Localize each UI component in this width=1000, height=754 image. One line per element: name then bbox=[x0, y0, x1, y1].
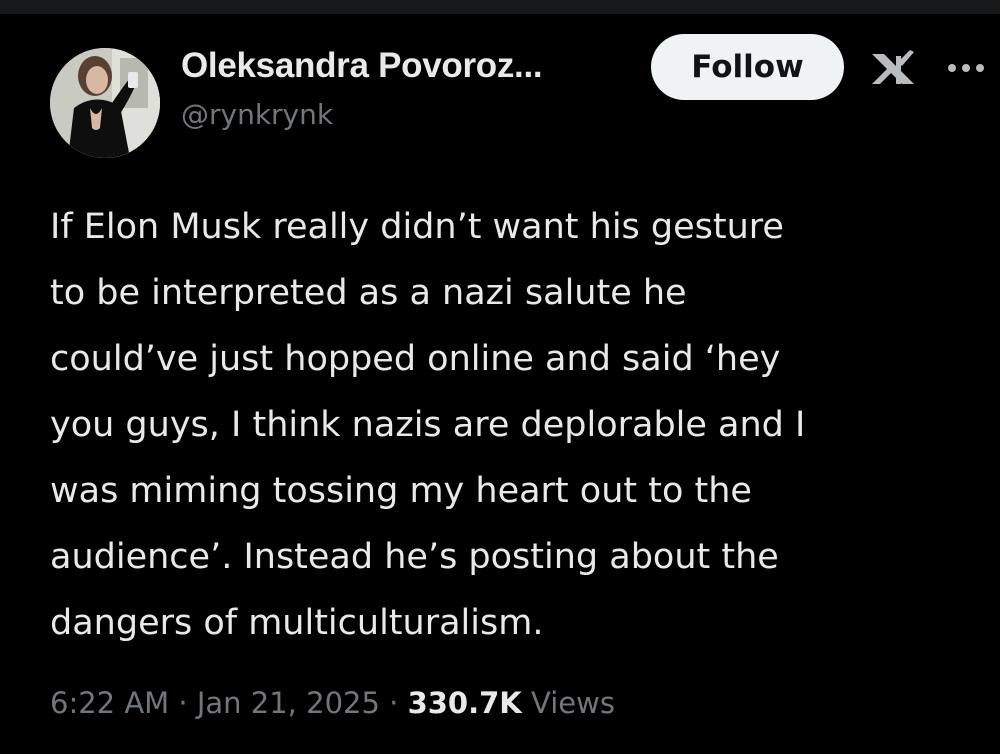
follow-button[interactable]: Follow bbox=[651, 34, 844, 100]
views-count: 330.7K bbox=[407, 686, 522, 720]
tweet-date[interactable]: Jan 21, 2025 bbox=[197, 686, 380, 720]
tweet-line: to be interpreted as a nazi salute he bbox=[50, 273, 687, 313]
tweet-line: you guys, I think nazis are deplorable a… bbox=[50, 405, 806, 445]
tweet-meta: 6:22 AM · Jan 21, 2025 · 330.7K Views bbox=[50, 686, 615, 720]
tweet-line: was miming tossing my heart out to the bbox=[50, 471, 752, 511]
tweet-line: audience’. Instead he’s posting about th… bbox=[50, 537, 779, 577]
tweet-line: dangers of multiculturalism. bbox=[50, 603, 544, 643]
window-top-bar bbox=[0, 0, 1000, 14]
profile-photo bbox=[50, 48, 160, 158]
tweet-card: Oleksandra Povoroz... @rynkrynk Follow I… bbox=[0, 14, 1000, 754]
tweet-line: could’ve just hopped online and said ‘he… bbox=[50, 339, 781, 379]
tweet-time[interactable]: 6:22 AM bbox=[50, 686, 169, 720]
author-name[interactable]: Oleksandra Povoroz... bbox=[181, 46, 543, 86]
meta-separator: · bbox=[379, 686, 408, 720]
meta-separator: · bbox=[169, 686, 197, 720]
more-icon[interactable] bbox=[944, 60, 988, 76]
author-handle[interactable]: @rynkrynk bbox=[181, 98, 333, 131]
tweet-line: If Elon Musk really didn’t want his gest… bbox=[50, 207, 784, 247]
x-logo-icon[interactable] bbox=[868, 46, 916, 90]
views-label: Views bbox=[531, 686, 615, 720]
avatar[interactable] bbox=[50, 48, 160, 158]
tweet-text: If Elon Musk really didn’t want his gest… bbox=[50, 194, 980, 656]
